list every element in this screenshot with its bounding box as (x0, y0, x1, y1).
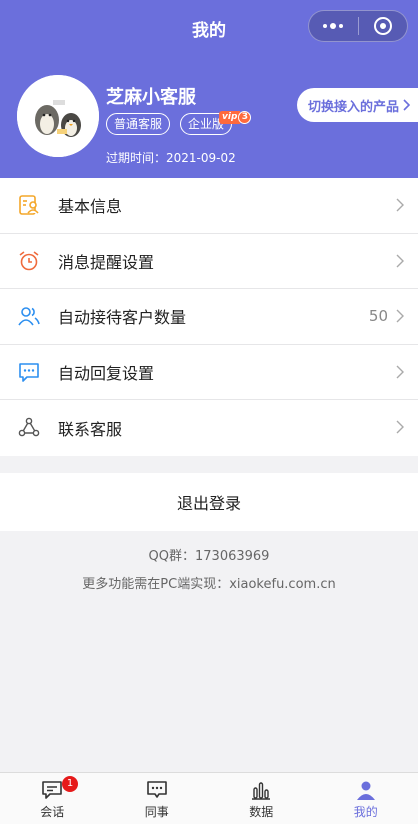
menu-item-label: 自动回复设置 (58, 363, 155, 383)
vip-badge: vip 3 (219, 110, 252, 124)
share-nodes-icon (17, 416, 41, 440)
tab-colleagues[interactable]: 同事 (105, 773, 210, 824)
colleague-chat-icon (146, 779, 168, 801)
bottom-tab-bar: 1 会话 同事 数据 我的 (0, 772, 418, 824)
vip-label: vip (219, 110, 241, 124)
tab-data[interactable]: 数据 (209, 773, 314, 824)
profile-card-icon (17, 193, 41, 217)
role-tag: 普通客服 (106, 113, 171, 135)
tab-label: 数据 (249, 805, 274, 819)
pc-feature-note: 更多功能需在PC端实现：xiaokefu.com.cn (82, 577, 336, 592)
penguin-avatar-icon (17, 75, 99, 157)
username: 芝麻小客服 (106, 87, 196, 108)
users-icon (17, 304, 41, 328)
mini-program-capsule (308, 10, 408, 42)
avatar[interactable] (17, 75, 99, 157)
profile-header: 我的 芝麻小客服 普通客服 企业版 vip 3 过期时间：2021-09-02 … (0, 0, 418, 178)
menu-item-notification-settings[interactable]: 消息提醒设置 (0, 234, 418, 289)
more-button[interactable] (309, 11, 358, 41)
menu-item-contact-support[interactable]: 联系客服 (0, 400, 418, 456)
conversation-icon (41, 779, 63, 801)
alarm-clock-icon (17, 249, 41, 273)
tab-conversation[interactable]: 1 会话 (0, 773, 105, 824)
close-mini-program-button[interactable] (359, 11, 408, 41)
switch-product-label: 切换接入的产品 (308, 99, 400, 115)
tab-mine[interactable]: 我的 (314, 773, 418, 824)
chevron-right-icon (396, 198, 404, 212)
account-tags: 普通客服 企业版 (106, 113, 233, 135)
tab-label: 同事 (144, 805, 169, 819)
menu-item-label: 基本信息 (58, 197, 123, 217)
logout-button[interactable]: 退出登录 (0, 473, 418, 531)
expire-date: 过期时间：2021-09-02 (106, 151, 236, 165)
chat-bubble-icon (17, 360, 41, 384)
menu-item-auto-reply-settings[interactable]: 自动回复设置 (0, 345, 418, 400)
chevron-right-icon (396, 309, 404, 323)
settings-menu: 基本信息 消息提醒设置 自动接待客户数量 50 自动回复设置 联系客服 (0, 178, 418, 456)
bar-stats-icon (250, 779, 272, 801)
reception-count-value: 50 (368, 307, 388, 326)
menu-item-label: 自动接待客户数量 (58, 308, 187, 328)
tab-label: 我的 (353, 805, 378, 819)
vip-level: 3 (238, 110, 252, 124)
unread-badge: 1 (62, 776, 78, 792)
chevron-right-icon (396, 420, 404, 434)
person-icon (355, 779, 377, 801)
switch-product-button[interactable]: 切换接入的产品 (297, 88, 418, 122)
qq-group-info: QQ群：173063969 (148, 549, 270, 564)
chevron-right-icon (403, 99, 411, 111)
tab-label: 会话 (40, 805, 65, 819)
menu-item-auto-reception-count[interactable]: 自动接待客户数量 50 (0, 289, 418, 345)
chevron-right-icon (396, 365, 404, 378)
menu-item-label: 联系客服 (58, 419, 123, 439)
more-dots-icon (323, 23, 344, 29)
menu-item-basic-info[interactable]: 基本信息 (0, 178, 418, 234)
chevron-right-icon (396, 254, 404, 267)
menu-item-label: 消息提醒设置 (58, 252, 155, 272)
target-circle-icon (373, 17, 392, 35)
